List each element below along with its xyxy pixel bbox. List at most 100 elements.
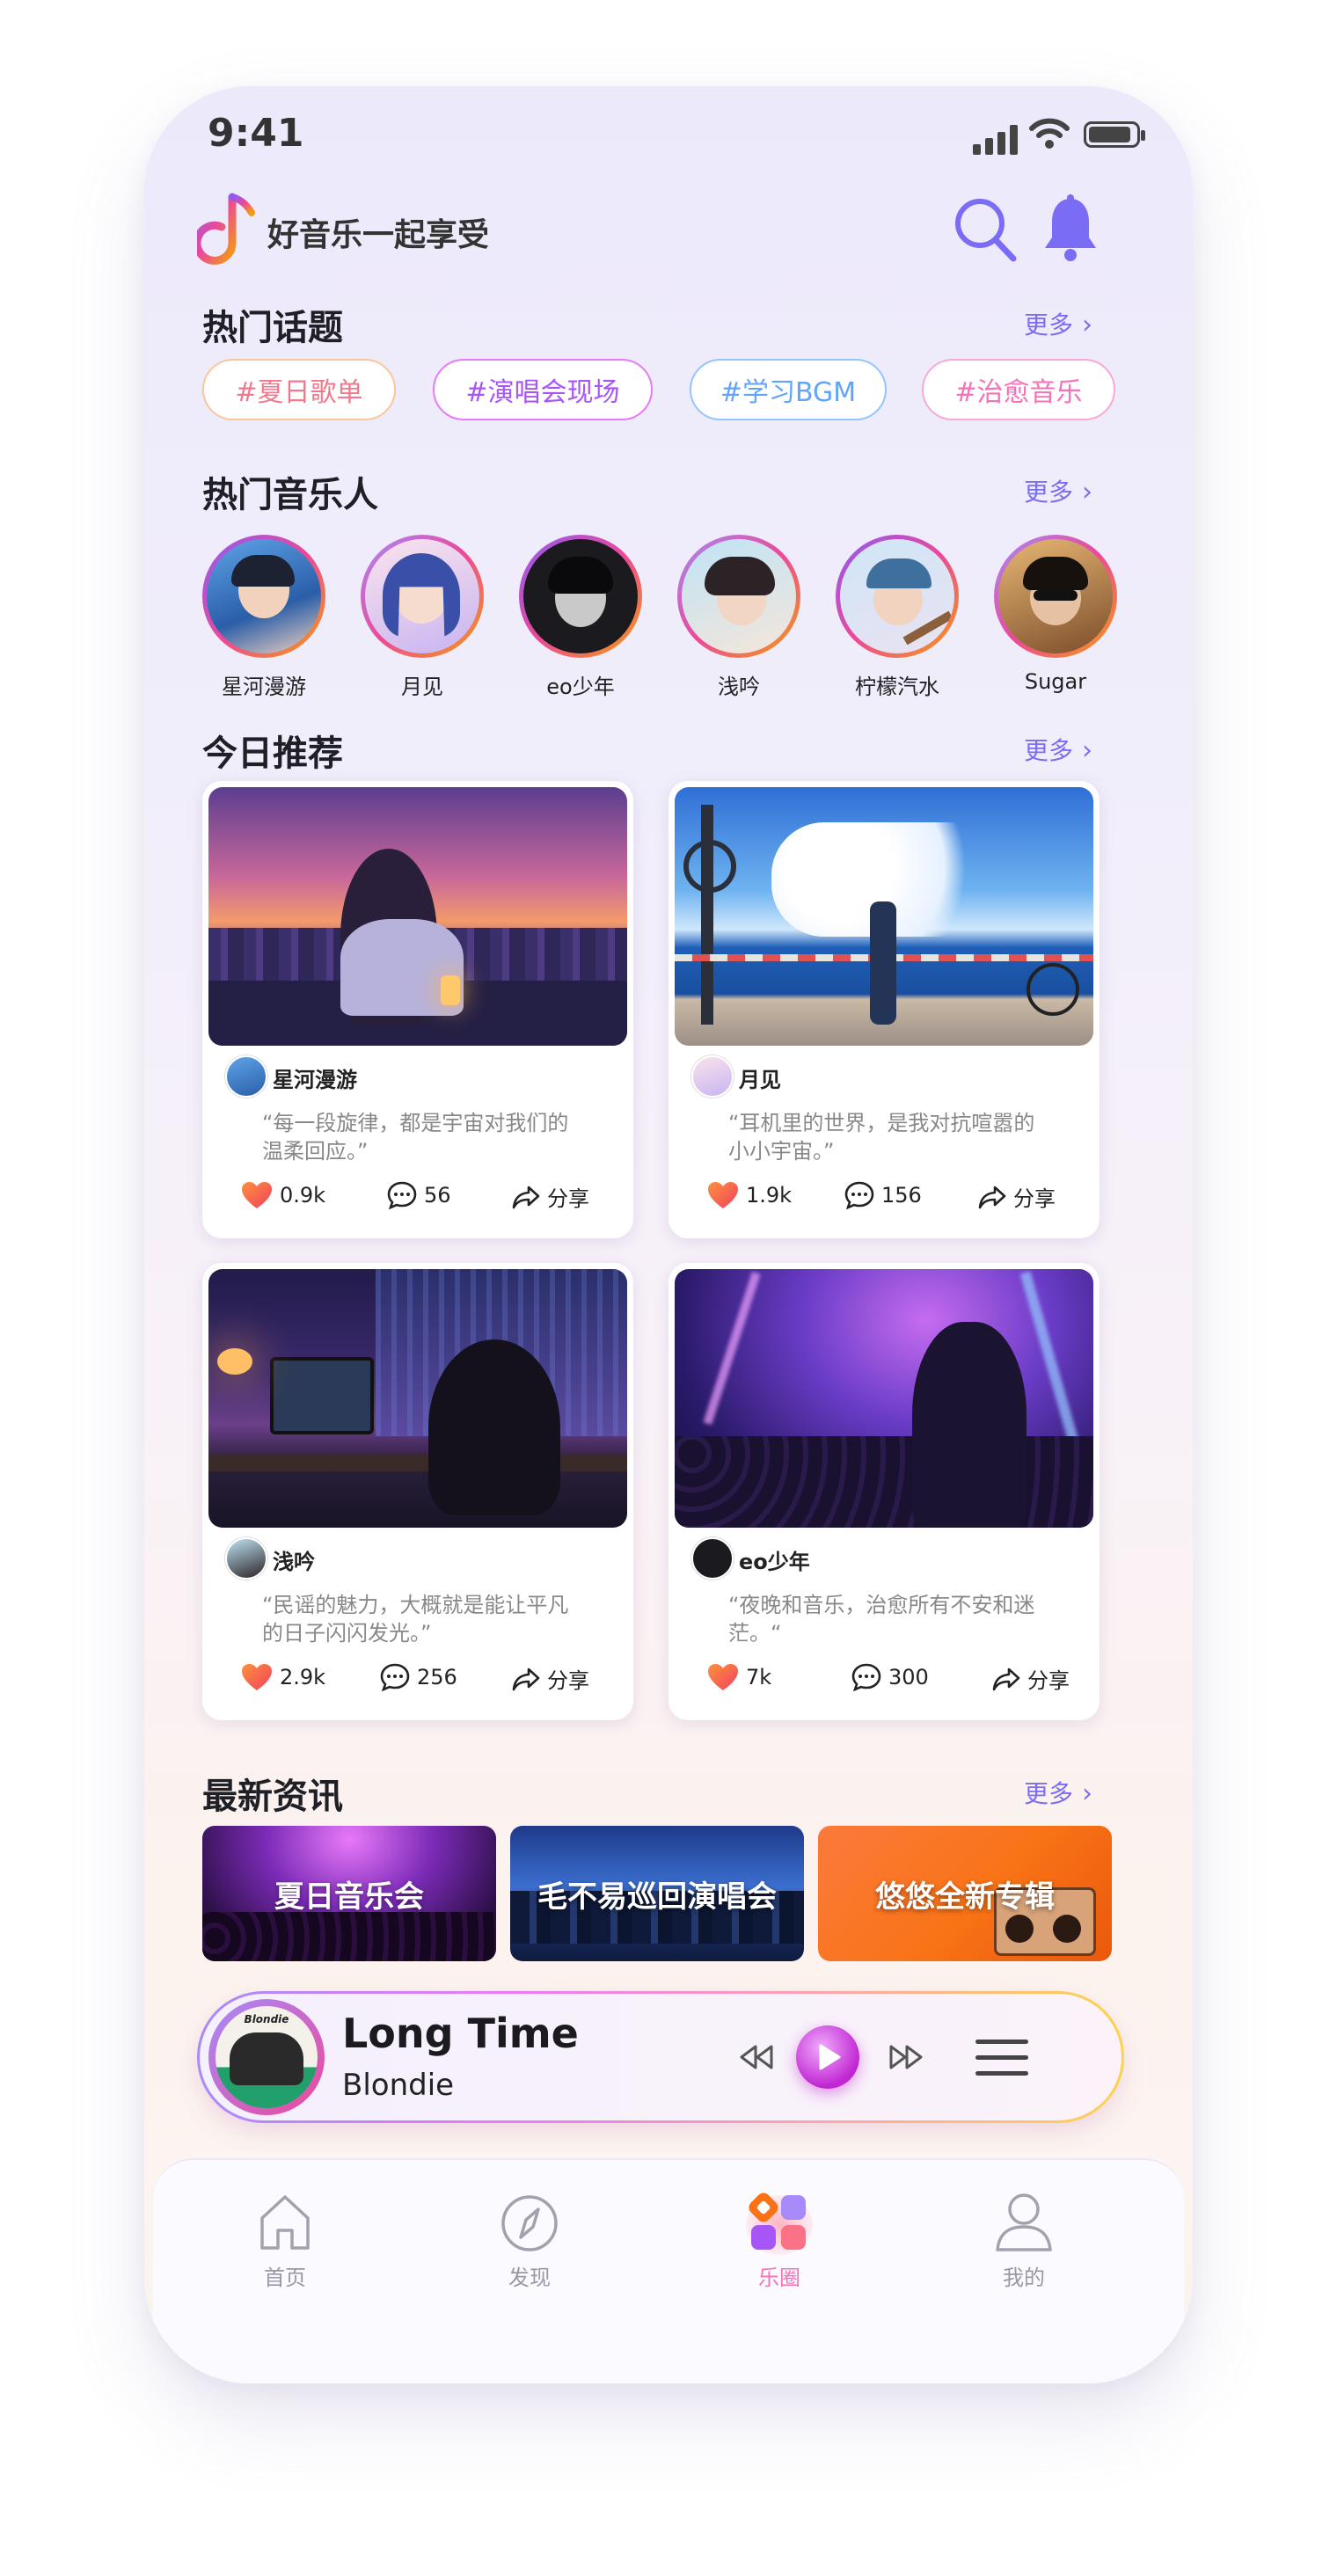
post-card[interactable]: eo少年 “夜晚和音乐，治愈所有不安和迷茫。“ 7k 300 分享 <box>668 1263 1100 1720</box>
share-label: 分享 <box>547 1186 589 1211</box>
like-button[interactable]: 1.9k <box>707 1181 792 1209</box>
hot-artists-more-link[interactable]: 更多 › <box>1024 473 1092 508</box>
comment-count: 256 <box>417 1665 457 1689</box>
music-circle-icon[interactable] <box>746 2192 813 2255</box>
status-time: 9:41 <box>208 111 304 156</box>
topic-tag[interactable]: #演唱会现场 <box>433 359 653 420</box>
artist-name: Blondie <box>342 2068 455 2103</box>
artist-name: 月见 <box>401 675 443 699</box>
like-button[interactable]: 0.9k <box>241 1181 325 1209</box>
artist-name: eo少年 <box>546 675 615 699</box>
post-card[interactable]: 浅吟 “民谣的魅力，大概就是能让平凡的日子闪闪发光。” 2.9k 256 分享 <box>202 1263 633 1720</box>
artist-avatar[interactable] <box>202 535 325 658</box>
topic-tag[interactable]: #夏日歌单 <box>202 359 396 420</box>
share-icon <box>512 1186 540 1208</box>
artist-avatar[interactable] <box>519 535 642 658</box>
mini-player[interactable]: Blondie Long Time Blondie <box>197 1991 1124 2123</box>
topic-tag[interactable]: #学习BGM <box>690 359 887 420</box>
tab-music-circle[interactable]: 乐圈 <box>709 2260 850 2291</box>
app-logo-icon <box>197 193 255 265</box>
more-label: 更多 <box>1024 1779 1074 1808</box>
comment-button[interactable]: 156 <box>844 1181 922 1209</box>
comment-icon <box>851 1663 881 1691</box>
artist-avatar[interactable] <box>836 535 959 658</box>
bell-icon[interactable] <box>1041 193 1100 264</box>
heart-icon <box>242 1182 272 1208</box>
search-icon[interactable] <box>952 195 1019 266</box>
artist-avatar[interactable] <box>677 535 800 658</box>
user-avatar[interactable] <box>691 1537 734 1580</box>
comment-count: 56 <box>424 1183 451 1208</box>
news-banner-title: 毛不易巡回演唱会 <box>537 1879 777 1915</box>
hot-topics-more-link[interactable]: 更多 › <box>1024 306 1092 341</box>
wifi-icon <box>1029 118 1070 149</box>
news-banner[interactable]: 夏日音乐会 <box>202 1826 496 1961</box>
hot-topics-title: 热门话题 <box>202 308 343 348</box>
chevron-right-icon: › <box>1082 735 1093 766</box>
post-quote: “夜晚和音乐，治愈所有不安和迷茫。“ <box>728 1593 1035 1646</box>
like-count: 0.9k <box>280 1183 326 1208</box>
chevron-right-icon: › <box>1082 1778 1093 1809</box>
artist-name: Sugar <box>1024 669 1087 694</box>
playlist-menu-icon[interactable] <box>974 2038 1030 2078</box>
user-avatar[interactable] <box>225 1537 267 1580</box>
artist-avatar[interactable] <box>361 535 484 658</box>
rewind-icon[interactable] <box>738 2043 775 2071</box>
like-button[interactable]: 7k <box>707 1663 771 1691</box>
share-button[interactable]: 分享 <box>512 1181 589 1212</box>
comment-icon <box>844 1181 874 1209</box>
app-title: 好音乐一起享受 <box>267 217 490 253</box>
tab-profile[interactable]: 我的 <box>953 2260 1094 2291</box>
share-button[interactable]: 分享 <box>512 1663 589 1694</box>
user-avatar[interactable] <box>691 1055 734 1098</box>
hot-artists-title: 热门音乐人 <box>202 475 378 515</box>
heart-icon <box>242 1664 272 1690</box>
news-more-link[interactable]: 更多 › <box>1024 1775 1092 1810</box>
tab-home[interactable]: 首页 <box>215 2260 355 2291</box>
play-icon <box>819 2044 841 2070</box>
chevron-right-icon: › <box>1082 310 1093 340</box>
post-card[interactable]: 月见 “耳机里的世界，是我对抗喧嚣的小小宇宙。” 1.9k 156 分享 <box>668 781 1100 1238</box>
like-button[interactable]: 2.9k <box>241 1663 325 1691</box>
battery-icon <box>1084 121 1145 148</box>
chevron-right-icon: › <box>1082 477 1093 507</box>
heart-icon <box>708 1182 738 1208</box>
user-avatar[interactable] <box>225 1055 267 1098</box>
post-card[interactable]: 星河漫游 “每一段旋律，都是宇宙对我们的温柔回应。” 0.9k 56 分享 <box>202 781 633 1238</box>
news-banner[interactable]: 毛不易巡回演唱会 <box>510 1826 804 1961</box>
tab-discover[interactable]: 发现 <box>459 2260 600 2291</box>
topic-tag[interactable]: #治愈音乐 <box>922 359 1115 420</box>
comment-button[interactable]: 256 <box>380 1663 457 1691</box>
post-image <box>208 787 627 1046</box>
home-icon[interactable] <box>257 2193 313 2251</box>
album-cover[interactable]: Blondie <box>208 1999 325 2115</box>
user-name: 浅吟 <box>273 1550 315 1574</box>
share-icon <box>992 1667 1020 1690</box>
share-button[interactable]: 分享 <box>992 1663 1070 1694</box>
comment-button[interactable]: 56 <box>387 1181 451 1209</box>
share-icon <box>512 1667 540 1690</box>
post-image <box>208 1269 627 1528</box>
post-quote: “民谣的魅力，大概就是能让平凡的日子闪闪发光。” <box>262 1593 569 1646</box>
user-name: 星河漫游 <box>273 1068 357 1092</box>
heart-icon <box>708 1664 738 1690</box>
compass-icon[interactable] <box>500 2193 559 2253</box>
fast-forward-icon[interactable] <box>888 2043 924 2071</box>
today-more-link[interactable]: 更多 › <box>1024 732 1092 767</box>
news-banner[interactable]: 悠悠全新专辑 <box>818 1826 1112 1961</box>
play-button[interactable] <box>796 2025 859 2089</box>
share-button[interactable]: 分享 <box>978 1181 1056 1212</box>
more-label: 更多 <box>1024 736 1074 765</box>
comment-count: 156 <box>881 1183 922 1208</box>
comment-button[interactable]: 300 <box>851 1663 929 1691</box>
profile-icon[interactable] <box>994 2192 1054 2253</box>
album-cover-text: Blondie <box>244 2013 289 2025</box>
artist-avatar[interactable] <box>994 535 1117 658</box>
share-label: 分享 <box>1027 1668 1070 1693</box>
more-label: 更多 <box>1024 310 1074 339</box>
comment-count: 300 <box>888 1665 929 1689</box>
song-title: Long Time <box>342 2010 579 2057</box>
like-count: 7k <box>746 1665 772 1689</box>
post-quote: “耳机里的世界，是我对抗喧嚣的小小宇宙。” <box>728 1111 1035 1164</box>
post-image <box>675 1269 1093 1528</box>
